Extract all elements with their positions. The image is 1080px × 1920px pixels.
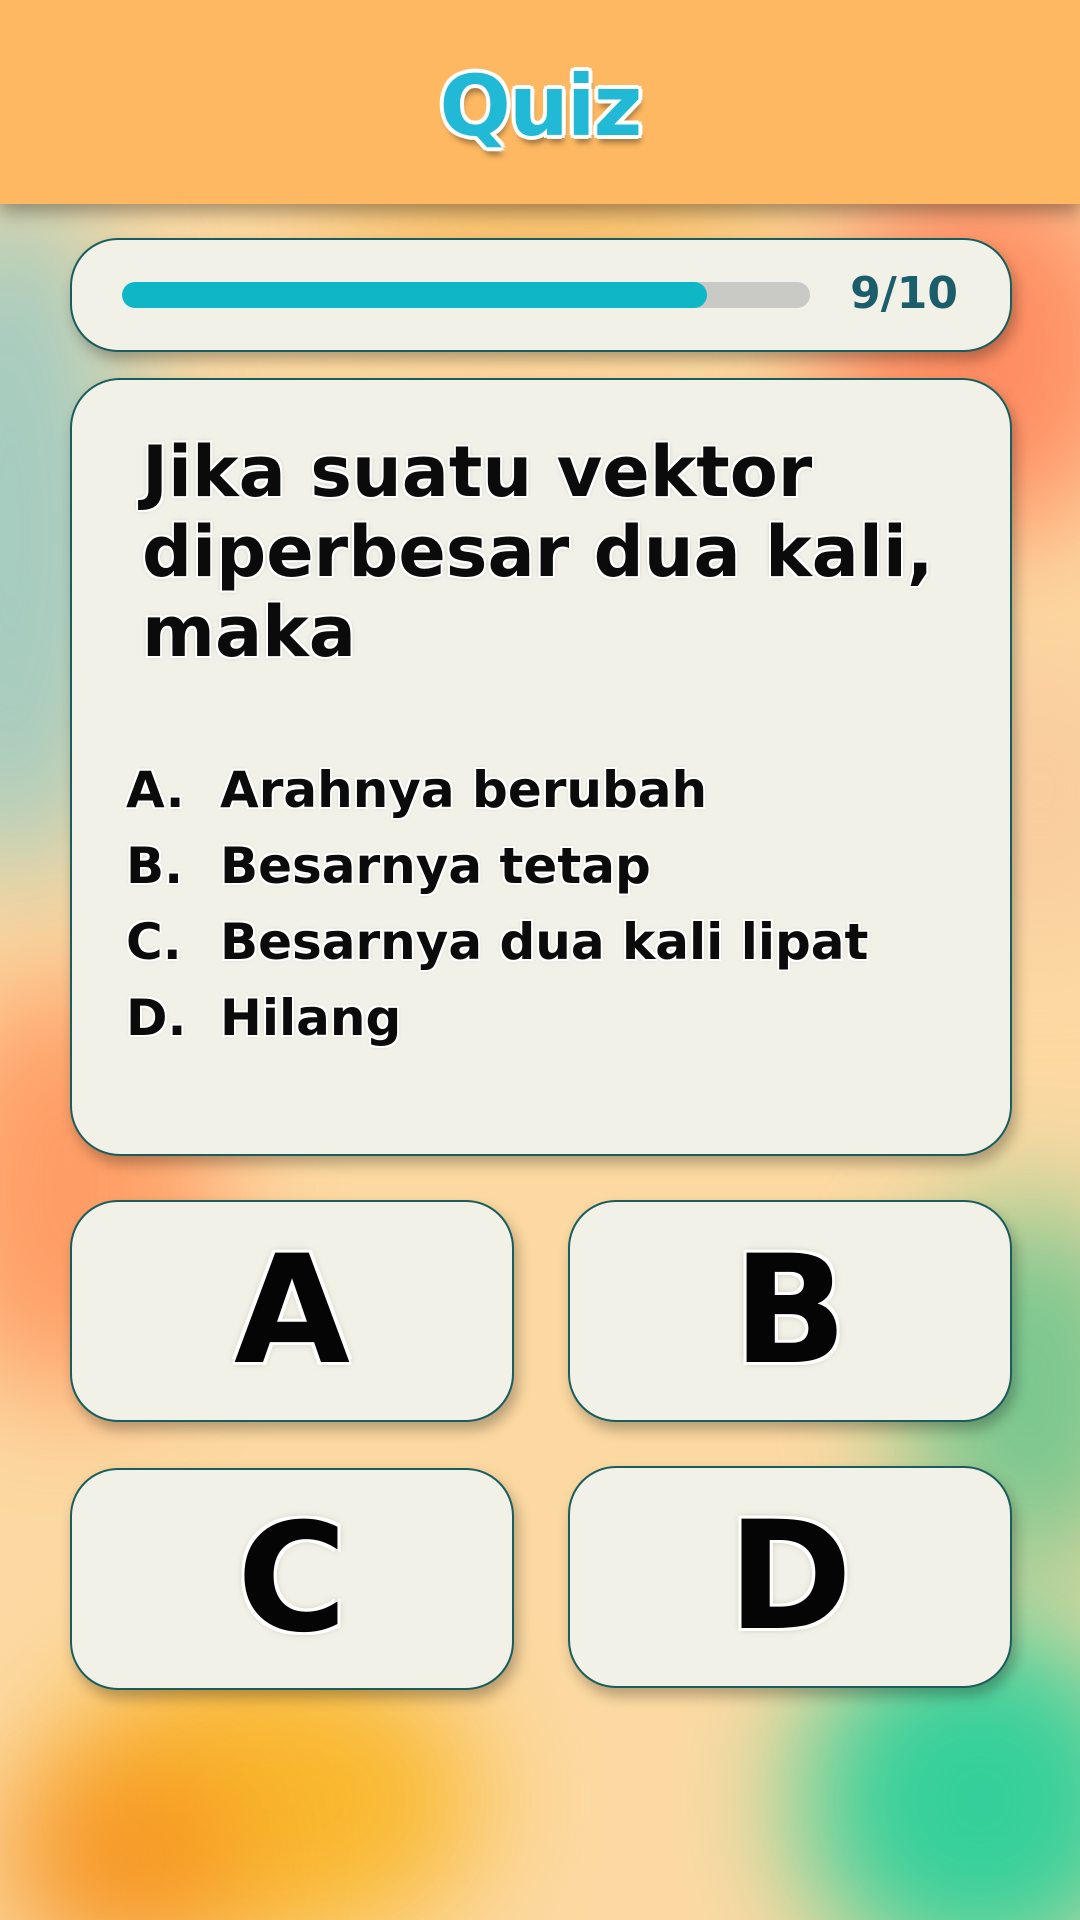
option-text: Hilang	[220, 989, 402, 1047]
answer-label: B	[732, 1224, 848, 1398]
quiz-title: Quiz	[439, 57, 643, 155]
answer-button-d[interactable]: D	[568, 1466, 1012, 1688]
option-a: A. Arahnya berubah	[126, 752, 1006, 828]
question-text: Jika suatu vektor diperbesar dua kali, m…	[142, 431, 934, 673]
option-letter: C.	[126, 913, 182, 971]
option-c: C. Besarnya dua kali lipat	[126, 904, 1006, 980]
progress-bar-fill	[122, 282, 707, 308]
options-list: A. Arahnya berubah B. Besarnya tetap C. …	[126, 752, 1006, 1056]
option-letter: B.	[126, 837, 184, 895]
question-card: Jika suatu vektor diperbesar dua kali, m…	[70, 378, 1012, 1156]
progress-bar	[122, 282, 810, 308]
answer-label: D	[727, 1490, 853, 1664]
option-text: Besarnya dua kali lipat	[220, 913, 869, 971]
answer-label: C	[236, 1492, 348, 1666]
option-letter: A.	[126, 761, 185, 819]
progress-card: 9/10	[70, 238, 1012, 352]
option-d: D. Hilang	[126, 980, 1006, 1056]
answer-button-c[interactable]: C	[70, 1468, 514, 1690]
option-b: B. Besarnya tetap	[126, 828, 1006, 904]
option-text: Arahnya berubah	[220, 761, 708, 819]
app-header: Quiz	[0, 0, 1080, 204]
answer-button-a[interactable]: A	[70, 1200, 514, 1422]
option-text: Besarnya tetap	[220, 837, 651, 895]
option-letter: D.	[126, 989, 187, 1047]
answer-button-b[interactable]: B	[568, 1200, 1012, 1422]
question-counter: 9/10	[850, 268, 958, 319]
answer-label: A	[233, 1224, 351, 1398]
